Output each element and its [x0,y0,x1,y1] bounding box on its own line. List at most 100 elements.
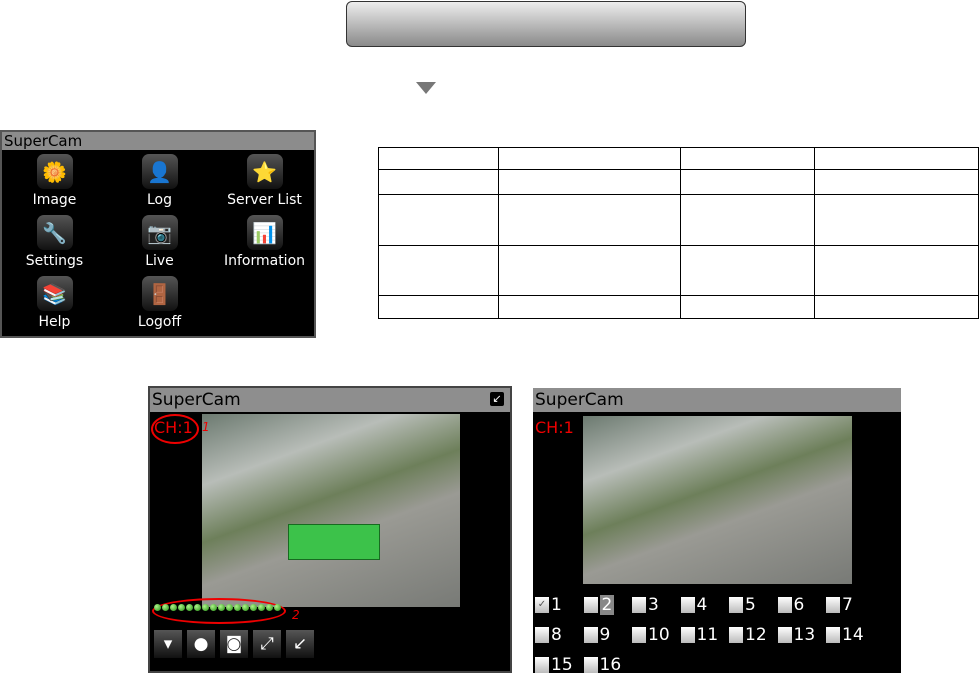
channel-checkbox-8[interactable]: 8 [535,620,584,650]
channel-dot[interactable] [210,604,217,611]
checkbox[interactable] [680,627,695,643]
channel-checkbox-10[interactable]: 10 [632,620,681,650]
live-camera-icon: 📷 [141,215,178,250]
channel-checkbox-1[interactable]: ✓ 1 [535,590,584,620]
checkbox[interactable] [777,627,792,643]
channel-dot[interactable] [218,604,225,611]
information-icon: 📊 [246,215,283,250]
checkbox[interactable] [826,597,840,613]
log-icon: 👤 [141,154,178,189]
channel-dot[interactable] [258,604,265,611]
channel-dot[interactable] [250,604,257,611]
channel-select-screen: SuperCam CH:1 ✓ 1 2 3 4 5 6 7 8 9 10 11 12 13 14 15 16 [533,388,901,675]
checkbox[interactable] [632,627,646,643]
checkbox[interactable] [535,657,549,673]
channel-dot[interactable] [266,604,273,611]
menu-item-label: Help [38,314,71,330]
menu-item-label: Image [32,192,77,208]
menu-item-log[interactable]: 👤 Log [107,150,212,211]
channel-dot[interactable] [194,604,201,611]
checkbox[interactable] [729,597,743,613]
channel-checkbox-6[interactable]: 6 [777,590,827,620]
annotation-ring [152,598,286,624]
channel-dot[interactable] [162,604,169,611]
snapshot-icon[interactable]: ◙ [220,630,248,658]
checkbox[interactable]: ✓ [535,597,549,613]
channel-dot[interactable] [178,604,185,611]
checkbox[interactable] [826,627,840,643]
channel-number: 15 [551,655,573,675]
checkbox[interactable] [777,597,792,613]
channel-checkbox-9[interactable]: 9 [583,620,633,650]
server-list-icon: ⭐ [246,154,283,189]
channel-number: 4 [696,595,708,615]
menu-item-image[interactable]: 🌼 Image [2,150,107,211]
checkbox[interactable] [535,627,549,643]
app-title: SuperCam [533,388,901,412]
channel-dot[interactable] [274,604,281,611]
help-icon: 📚 [36,276,73,311]
header-banner [346,1,746,47]
menu-item-label: Log [146,192,172,208]
menu-item-help[interactable]: 📚 Help [2,272,107,333]
checkbox[interactable] [729,627,743,643]
channel-checkbox-16[interactable]: 16 [583,650,633,680]
channel-dot[interactable] [242,604,249,611]
channel-checkbox-4[interactable]: 4 [680,590,730,620]
channel-dot[interactable] [202,604,209,611]
channel-checkbox-5[interactable]: 5 [729,590,778,620]
channel-checkbox-12[interactable]: 12 [729,620,778,650]
checkbox[interactable] [680,597,695,613]
camera-video-feed [202,414,460,607]
app-title: SuperCam [150,388,510,412]
channel-indicator-dots[interactable] [154,604,281,611]
channel-number: 9 [599,625,611,645]
menu-item-information[interactable]: 📊 Information [212,211,317,272]
back-icon[interactable]: ↙ [286,630,314,658]
channel-number: 2 [599,595,615,615]
menu-item-label: Logoff [137,314,182,330]
channel-checkbox-13[interactable]: 13 [777,620,827,650]
checkbox[interactable] [583,657,598,673]
menu-item-settings[interactable]: 🔧 Settings [2,211,107,272]
camera-video-feed [583,416,852,584]
channel-dot[interactable] [154,604,161,611]
channel-dot[interactable] [186,604,193,611]
channel-select-icon[interactable]: ▾ [154,630,182,658]
channel-checkbox-2[interactable]: 2 [583,590,633,620]
checkbox[interactable] [583,597,598,613]
logoff-icon: 🚪 [141,276,178,311]
menu-item-live[interactable]: 📷 Live [107,211,212,272]
channel-number: 5 [745,595,756,615]
fullscreen-icon[interactable]: ⤢ [253,630,281,658]
channel-number: 7 [842,595,853,615]
settings-icon: 🔧 [36,215,73,250]
channel-number: 16 [599,655,622,675]
channel-number: 12 [745,625,767,645]
ptz-dome-icon[interactable]: ● [187,630,215,658]
channel-number: 3 [648,595,659,615]
menu-item-label: Information [223,253,306,269]
channel-checkbox-7[interactable]: 7 [826,590,875,620]
channel-number: 11 [696,625,719,645]
annotation-number: 1 [202,420,210,434]
channel-checkbox-14[interactable]: 14 [826,620,875,650]
app-title: SuperCam [2,132,314,150]
image-icon: 🌼 [36,154,73,189]
minimize-icon[interactable]: ↙ [490,392,504,406]
menu-item-logoff[interactable]: 🚪 Logoff [107,272,212,333]
channel-number: 6 [793,595,805,615]
channel-checkbox-15[interactable]: 15 [535,650,584,680]
menu-item-label: Settings [25,253,84,269]
channel-dot[interactable] [234,604,241,611]
menu-item-server-list[interactable]: ⭐ Server List [212,150,317,211]
toolbar: ▾ ● ◙ ⤢ ↙ [154,630,314,658]
checkbox[interactable] [632,597,646,613]
channel-dot[interactable] [226,604,233,611]
channel-checkbox-11[interactable]: 11 [680,620,730,650]
channel-dot[interactable] [170,604,177,611]
checkbox[interactable] [583,627,598,643]
channel-checkbox-3[interactable]: 3 [632,590,681,620]
annotation-number: 2 [292,608,300,622]
empty-table [378,147,979,319]
